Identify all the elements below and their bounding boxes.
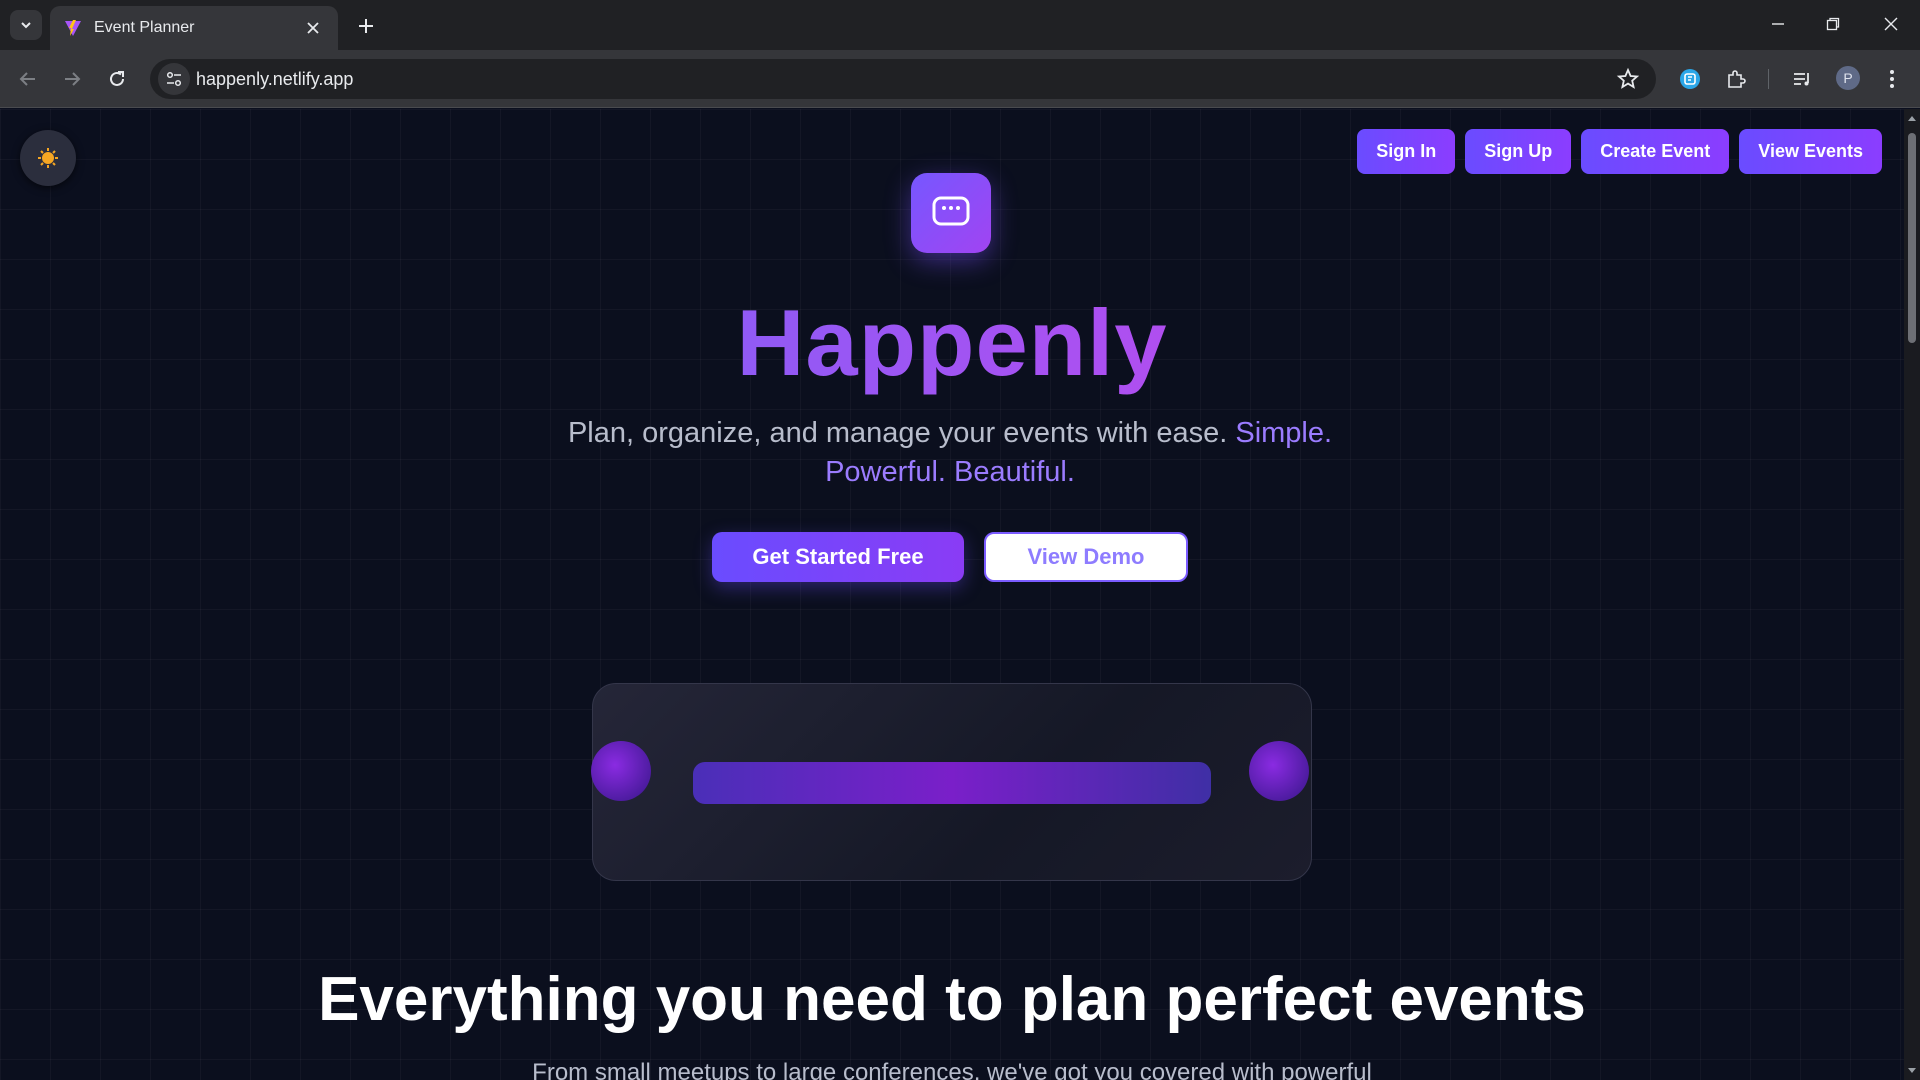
- vite-favicon-icon: [65, 20, 81, 36]
- close-window-button[interactable]: [1871, 8, 1911, 40]
- features-subtitle: From small meetups to large conferences,…: [532, 1059, 1372, 1080]
- theme-toggle-button[interactable]: [20, 130, 76, 186]
- scroll-up-icon[interactable]: [1907, 113, 1917, 123]
- hero-subtitle: Plan, organize, and manage your events w…: [530, 414, 1370, 492]
- star-icon[interactable]: [1616, 67, 1640, 91]
- media-control-icon[interactable]: [1788, 65, 1816, 93]
- get-started-button[interactable]: Get Started Free: [712, 532, 964, 582]
- scroll-down-icon[interactable]: [1907, 1066, 1917, 1076]
- reload-icon: [110, 71, 124, 86]
- puzzle-icon[interactable]: [1722, 65, 1750, 93]
- profile-avatar[interactable]: P: [1836, 66, 1860, 90]
- chat-bubble-icon: [932, 196, 970, 226]
- extension-icon[interactable]: [1676, 65, 1704, 93]
- tune-icon: [166, 71, 182, 87]
- view-demo-button[interactable]: View Demo: [984, 532, 1188, 582]
- sign-in-button[interactable]: Sign In: [1357, 129, 1456, 174]
- chevron-down-icon: [21, 22, 31, 29]
- toolbar-divider: [1768, 69, 1769, 89]
- back-button[interactable]: [12, 63, 44, 95]
- page-viewport: Sign In Sign Up Create Event View Events…: [0, 109, 1904, 1080]
- address-bar[interactable]: happenly.netlify.app: [150, 59, 1656, 99]
- sign-up-button[interactable]: Sign Up: [1465, 129, 1572, 174]
- minimize-button[interactable]: [1758, 8, 1798, 40]
- tab-search-button[interactable]: [10, 10, 42, 40]
- more-menu-icon[interactable]: [1878, 65, 1906, 93]
- site-info-button[interactable]: [158, 63, 190, 95]
- tab-close-icon[interactable]: [302, 17, 324, 39]
- scroll-thumb[interactable]: [1908, 133, 1916, 343]
- restore-icon: [1826, 17, 1840, 31]
- minimize-icon: [1772, 23, 1784, 25]
- view-events-button[interactable]: View Events: [1739, 129, 1882, 174]
- close-icon: [1884, 17, 1898, 31]
- app-logo: [911, 173, 991, 253]
- page-scrollbar[interactable]: [1904, 109, 1920, 1080]
- browser-toolbar: happenly.netlify.app P: [0, 50, 1920, 108]
- arrow-left-icon: [19, 72, 35, 86]
- new-tab-button[interactable]: [352, 12, 380, 40]
- browser-tab[interactable]: Event Planner: [50, 6, 338, 50]
- arrow-right-icon: [65, 72, 81, 86]
- reload-button[interactable]: [101, 63, 133, 95]
- url-text[interactable]: happenly.netlify.app: [196, 69, 353, 90]
- restore-button[interactable]: [1813, 8, 1853, 40]
- preview-bar: [693, 762, 1211, 804]
- features-title: Everything you need to plan perfect even…: [318, 965, 1586, 1034]
- hero-title: Happenly: [0, 289, 1904, 397]
- preview-dot-left: [591, 741, 651, 801]
- preview-card: [591, 683, 1312, 881]
- sun-icon: [38, 148, 58, 168]
- top-navigation: Sign In Sign Up Create Event View Events: [1357, 129, 1882, 174]
- tab-title: Event Planner: [94, 19, 195, 36]
- preview-dot-right: [1249, 741, 1309, 801]
- forward-button[interactable]: [56, 63, 88, 95]
- plus-icon: [359, 19, 373, 33]
- hero-subtitle-main: Plan, organize, and manage your events w…: [567, 417, 1228, 449]
- create-event-button[interactable]: Create Event: [1581, 129, 1730, 174]
- browser-tabstrip: Event Planner: [0, 0, 1920, 50]
